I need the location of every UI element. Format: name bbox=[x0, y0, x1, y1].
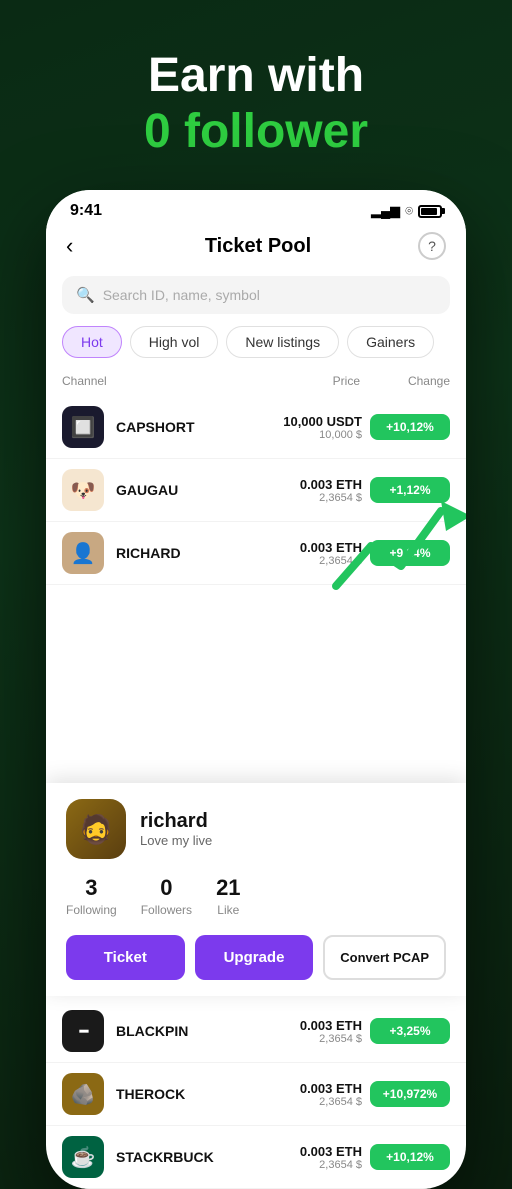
channel-name: STACKRBUCK bbox=[116, 1149, 239, 1165]
ticket-button[interactable]: Ticket bbox=[66, 935, 185, 980]
change-badge: +1,12% bbox=[370, 477, 450, 503]
wifi-icon: ⌾ bbox=[405, 203, 413, 219]
avatar: ☕ bbox=[62, 1136, 104, 1178]
profile-popup-card: 🧔 richard Love my live 3 Following 0 Fol… bbox=[46, 783, 466, 996]
channel-name: CAPSHORT bbox=[116, 419, 239, 435]
status-icons: ▂▄▆ ⌾ bbox=[371, 203, 442, 219]
change-badge: +9,24% bbox=[370, 540, 450, 566]
price-block: 0.003 ETH 2,3654 $ bbox=[239, 1081, 362, 1108]
price-block: 0.003 ETH 2,3654 $ bbox=[239, 1144, 362, 1171]
price-main: 0.003 ETH bbox=[239, 1018, 362, 1033]
price-main: 0.003 ETH bbox=[239, 1081, 362, 1096]
hero-section: Earn with 0 follower bbox=[0, 0, 512, 190]
profile-avatar: 🧔 bbox=[66, 799, 126, 859]
avatar: 🐶 bbox=[62, 469, 104, 511]
capshort-icon: 🔲 bbox=[71, 415, 96, 440]
upgrade-button[interactable]: Upgrade bbox=[195, 935, 314, 980]
stat-followers: 0 Followers bbox=[141, 875, 192, 919]
price-usd: 2,3654 $ bbox=[239, 1159, 362, 1171]
therock-icon: 🪨 bbox=[71, 1082, 96, 1107]
channel-name: RICHARD bbox=[116, 545, 239, 561]
change-badge: +10,12% bbox=[370, 1144, 450, 1170]
followers-label: Followers bbox=[141, 903, 192, 917]
signal-icon: ▂▄▆ bbox=[371, 203, 400, 219]
stat-likes: 21 Like bbox=[216, 875, 240, 919]
profile-info: richard Love my live bbox=[140, 810, 212, 848]
page-title: Ticket Pool bbox=[205, 235, 311, 258]
like-label: Like bbox=[217, 903, 239, 917]
search-placeholder: Search ID, name, symbol bbox=[103, 287, 260, 303]
following-count: 3 bbox=[66, 875, 117, 901]
tab-new-listings[interactable]: New listings bbox=[226, 326, 339, 358]
change-badge: +10,972% bbox=[370, 1081, 450, 1107]
profile-top: 🧔 richard Love my live bbox=[66, 799, 446, 859]
gaugau-icon: 🐶 bbox=[71, 478, 96, 503]
list-item[interactable]: 👤 RICHARD 0.003 ETH 2,3654 $ +9,24% bbox=[46, 522, 466, 585]
price-main: 0.003 ETH bbox=[239, 1144, 362, 1159]
change-badge: +3,25% bbox=[370, 1018, 450, 1044]
channel-name: GAUGAU bbox=[116, 482, 239, 498]
price-usd: 10,000 $ bbox=[239, 429, 362, 441]
list-item[interactable]: 🔲 CAPSHORT 10,000 USDT 10,000 $ +10,12% bbox=[46, 396, 466, 459]
price-block: 10,000 USDT 10,000 $ bbox=[239, 414, 362, 441]
price-block: 0.003 ETH 2,3654 $ bbox=[239, 540, 362, 567]
price-main: 0.003 ETH bbox=[239, 540, 362, 555]
profile-stats: 3 Following 0 Followers 21 Like bbox=[66, 875, 446, 919]
price-main: 0.003 ETH bbox=[239, 477, 362, 492]
price-usd: 2,3654 $ bbox=[239, 555, 362, 567]
profile-actions: Ticket Upgrade Convert PCAP bbox=[66, 935, 446, 980]
followers-count: 0 bbox=[141, 875, 192, 901]
col-price-header: Price bbox=[211, 374, 360, 388]
list-item[interactable]: ━ BLACKPIN 0.003 ETH 2,3654 $ +3,25% bbox=[46, 1000, 466, 1063]
battery-icon bbox=[418, 205, 442, 218]
profile-name: richard bbox=[140, 810, 212, 833]
tab-hot[interactable]: Hot bbox=[62, 326, 122, 358]
list-item[interactable]: 🪨 THEROCK 0.003 ETH 2,3654 $ +10,972% bbox=[46, 1063, 466, 1126]
phone-content: 🔲 CAPSHORT 10,000 USDT 10,000 $ +10,12% … bbox=[46, 396, 466, 996]
price-block: 0.003 ETH 2,3654 $ bbox=[239, 477, 362, 504]
phone-mockup: 9:41 ▂▄▆ ⌾ ‹ Ticket Pool ? 🔍 Search ID, … bbox=[46, 190, 466, 1189]
table-header: Channel Price Change bbox=[46, 370, 466, 396]
price-usd: 2,3654 $ bbox=[239, 492, 362, 504]
help-button[interactable]: ? bbox=[418, 232, 446, 260]
price-main: 10,000 USDT bbox=[239, 414, 362, 429]
change-badge: +10,12% bbox=[370, 414, 450, 440]
tab-high-vol[interactable]: High vol bbox=[130, 326, 219, 358]
stackrbuck-icon: ☕ bbox=[71, 1145, 96, 1170]
channel-name: BLACKPIN bbox=[116, 1023, 239, 1039]
profile-avatar-emoji: 🧔 bbox=[79, 813, 114, 846]
status-bar: 9:41 ▂▄▆ ⌾ bbox=[46, 190, 466, 224]
back-button[interactable]: ‹ bbox=[66, 233, 98, 259]
status-time: 9:41 bbox=[70, 202, 102, 220]
search-icon: 🔍 bbox=[76, 286, 95, 304]
richard-icon: 👤 bbox=[71, 541, 96, 566]
list-item[interactable]: ☕ STACKRBUCK 0.003 ETH 2,3654 $ +10,12% bbox=[46, 1126, 466, 1189]
tab-gainers[interactable]: Gainers bbox=[347, 326, 434, 358]
avatar: 🔲 bbox=[62, 406, 104, 448]
search-bar[interactable]: 🔍 Search ID, name, symbol bbox=[62, 276, 450, 314]
filter-tabs: Hot High vol New listings Gainers bbox=[46, 326, 466, 370]
stat-following: 3 Following bbox=[66, 875, 117, 919]
like-count: 21 bbox=[216, 875, 240, 901]
app-header: ‹ Ticket Pool ? bbox=[46, 224, 466, 272]
hero-title: Earn with bbox=[20, 50, 492, 103]
avatar: 👤 bbox=[62, 532, 104, 574]
col-change-header: Change bbox=[360, 374, 450, 388]
avatar: 🪨 bbox=[62, 1073, 104, 1115]
price-usd: 2,3654 $ bbox=[239, 1096, 362, 1108]
profile-bio: Love my live bbox=[140, 833, 212, 848]
convert-button[interactable]: Convert PCAP bbox=[323, 935, 446, 980]
phone-wrapper: 9:41 ▂▄▆ ⌾ ‹ Ticket Pool ? 🔍 Search ID, … bbox=[0, 190, 512, 1189]
following-label: Following bbox=[66, 903, 117, 917]
price-usd: 2,3654 $ bbox=[239, 1033, 362, 1045]
blackpin-icon: ━ bbox=[80, 1023, 86, 1040]
hero-subtitle: 0 follower bbox=[20, 103, 492, 161]
col-channel-header: Channel bbox=[62, 374, 211, 388]
avatar: ━ bbox=[62, 1010, 104, 1052]
price-block: 0.003 ETH 2,3654 $ bbox=[239, 1018, 362, 1045]
channel-name: THEROCK bbox=[116, 1086, 239, 1102]
list-item[interactable]: 🐶 GAUGAU 0.003 ETH 2,3654 $ +1,12% bbox=[46, 459, 466, 522]
